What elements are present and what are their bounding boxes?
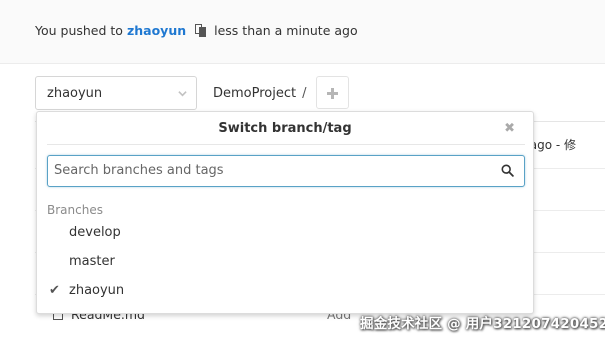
breadcrumb-separator: / [302,86,307,101]
add-file-button[interactable] [316,76,349,109]
copy-clipboard-icon[interactable] [195,24,207,37]
breadcrumb: DemoProject / [213,86,307,101]
branch-item-zhaoyun[interactable]: ✔ zhaoyun [47,278,525,306]
page: You pushed to zhaoyun less than a minute a… [0,0,605,340]
branch-item-label: zhaoyun [69,283,125,298]
search-icon [501,164,514,177]
branches-section-header: Branches [47,203,103,217]
branch-item-label: develop [69,225,121,240]
branch-search-input[interactable] [54,163,494,178]
push-notification-bar: You pushed to zhaoyun less than a minute a… [0,0,605,64]
branch-item-master[interactable]: master [47,249,525,277]
branch-selector-value: zhaoyun [47,86,103,101]
watermark: 掘金技术社区 @ 用户321207420452 [360,316,605,332]
push-message: You pushed to zhaoyun less than a minute a… [35,23,358,38]
branch-dropdown: Switch branch/tag ✖ Branches develop mas… [36,111,534,314]
branch-search-field[interactable] [47,155,525,187]
dropdown-title: Switch branch/tag [218,121,352,136]
breadcrumb-project[interactable]: DemoProject [213,86,296,101]
pushed-branch-link[interactable]: zhaoyun [127,23,186,38]
branch-item-label: master [69,254,115,269]
push-time: less than a minute ago [214,23,358,38]
chevron-down-icon [178,91,187,97]
branch-selector-button[interactable]: zhaoyun [35,76,197,110]
close-icon[interactable]: ✖ [504,121,515,136]
branch-item-develop[interactable]: develop [47,220,525,248]
divider [47,144,525,145]
checkmark-icon: ✔ [49,283,60,298]
push-prefix: You pushed to [35,23,123,38]
